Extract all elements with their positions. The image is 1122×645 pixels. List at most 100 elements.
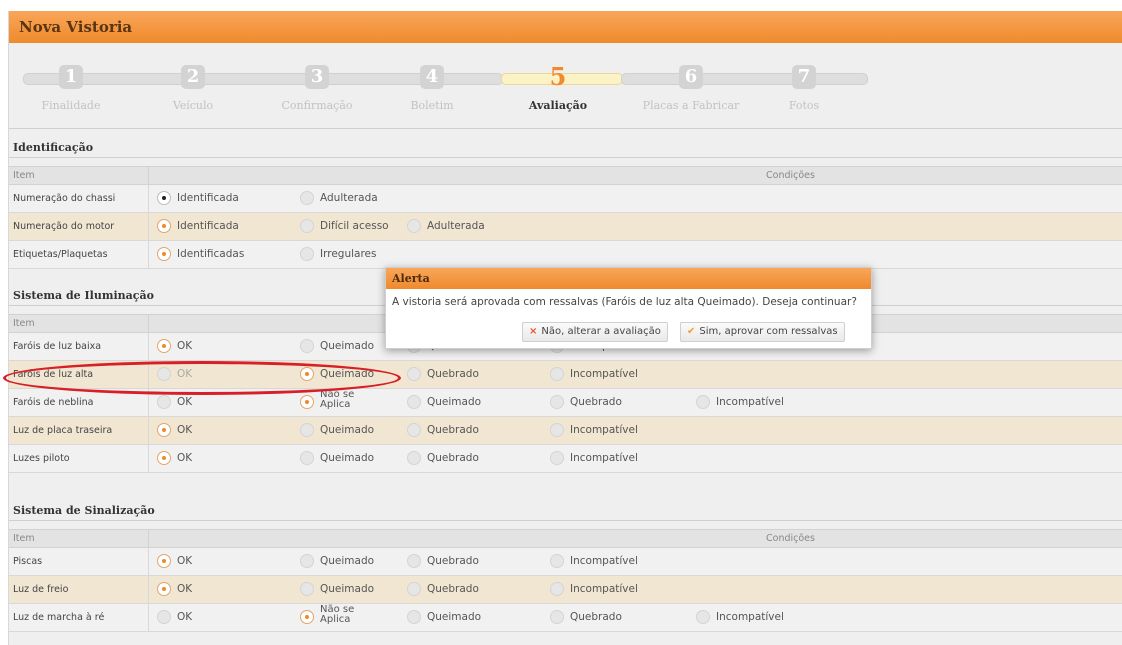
radio-button[interactable] [300, 219, 314, 233]
radio-label: Incompatível [570, 368, 638, 380]
radio-label: Identificadas [177, 248, 245, 260]
annotation-highlight-ellipse [3, 361, 401, 395]
radio-button[interactable] [407, 554, 421, 568]
radio-button[interactable] [407, 582, 421, 596]
row-label: Etiquetas/Plaquetas [13, 249, 108, 260]
radio-button[interactable] [300, 610, 314, 624]
table-row: Luzes piloto OK Queimado Quebrado Incompatív… [9, 445, 1122, 473]
section-divider [9, 157, 1122, 158]
radio-button[interactable] [300, 451, 314, 465]
radio-button[interactable] [300, 554, 314, 568]
radio-button[interactable] [550, 423, 564, 437]
radio-button[interactable] [300, 423, 314, 437]
radio-button[interactable] [407, 395, 421, 409]
radio-label: Quebrado [570, 396, 622, 408]
radio-label: Quebrado [427, 452, 479, 464]
table-row: Numeração do chassi Identificada Adulterad… [9, 185, 1122, 213]
radio-button[interactable] [157, 423, 171, 437]
divider [9, 128, 1122, 129]
radio-button[interactable] [300, 339, 314, 353]
step-4[interactable]: 4 Boletim [377, 65, 487, 112]
radio-button[interactable] [407, 610, 421, 624]
step-5[interactable]: 5 Avaliação [503, 65, 613, 113]
radio-button[interactable] [407, 451, 421, 465]
step-3[interactable]: 3 Confirmação [262, 65, 372, 112]
radio-button[interactable] [407, 219, 421, 233]
table-row: Luz de freio OK Queimado Quebrado Incompatív… [9, 576, 1122, 604]
step-label: Confirmação [281, 99, 353, 112]
title-bar: Nova Vistoria [9, 11, 1122, 43]
step-label: Boletim [410, 99, 454, 112]
row-label: Numeração do motor [13, 221, 115, 232]
radio-button[interactable] [407, 423, 421, 437]
radio-label: Quebrado [427, 368, 479, 380]
radio-label: OK [177, 452, 193, 464]
radio-label: Incompatível [716, 611, 784, 623]
radio-label: OK [177, 396, 193, 408]
radio-label: Irregulares [320, 248, 377, 260]
radio-label: Identificada [177, 192, 239, 204]
alert-dialog: Alerta A vistoria será aprovada com ress… [385, 267, 872, 349]
radio-button[interactable] [300, 191, 314, 205]
radio-button[interactable] [157, 610, 171, 624]
radio-button[interactable] [696, 610, 710, 624]
step-number: 4 [420, 65, 444, 89]
radio-button[interactable] [550, 610, 564, 624]
radio-button[interactable] [157, 395, 171, 409]
step-6[interactable]: 6 Placas a Fabricar [636, 65, 746, 112]
radio-label: Não se Aplica [320, 389, 355, 410]
header-conditions: Condições [766, 170, 815, 181]
row-label: Luz de marcha à ré [13, 612, 105, 623]
radio-button[interactable] [407, 367, 421, 381]
row-label: Luz de freio [13, 584, 69, 595]
step-7[interactable]: 7 Fotos [749, 65, 859, 112]
radio-label: OK [177, 555, 193, 567]
radio-label: Adulterada [427, 220, 485, 232]
radio-label: OK [177, 424, 193, 436]
section-title: Sistema de Iluminação [13, 289, 154, 302]
radio-button[interactable] [550, 367, 564, 381]
header-item: Item [13, 318, 35, 329]
radio-button[interactable] [157, 339, 171, 353]
step-label: Veículo [172, 99, 214, 112]
radio-button[interactable] [300, 247, 314, 261]
step-label: Fotos [788, 99, 820, 112]
radio-button[interactable] [550, 451, 564, 465]
row-label: Luz de placa traseira [13, 425, 113, 436]
radio-button[interactable] [300, 582, 314, 596]
radio-label: Incompatível [570, 452, 638, 464]
radio-button[interactable] [157, 191, 171, 205]
radio-button[interactable] [300, 395, 314, 409]
radio-button[interactable] [696, 395, 710, 409]
radio-button[interactable] [550, 554, 564, 568]
radio-button[interactable] [157, 582, 171, 596]
radio-button[interactable] [157, 219, 171, 233]
radio-button[interactable] [157, 247, 171, 261]
dialog-message: A vistoria será aprovada com ressalvas (… [392, 296, 857, 308]
radio-button[interactable] [157, 451, 171, 465]
header-item: Item [13, 170, 35, 181]
cancel-button[interactable]: × Não, alterar a avaliação [522, 322, 668, 342]
step-1[interactable]: 1 Finalidade [16, 65, 126, 112]
step-label: Placas a Fabricar [642, 99, 740, 112]
radio-label: OK [177, 340, 193, 352]
radio-button[interactable] [550, 582, 564, 596]
radio-button[interactable] [157, 554, 171, 568]
radio-label: Queimado [320, 583, 375, 595]
section-title: Identificação [13, 141, 94, 154]
row-label: Faróis de neblina [13, 397, 94, 408]
step-number: 6 [679, 65, 703, 89]
step-2[interactable]: 2 Veículo [138, 65, 248, 112]
confirm-button[interactable]: ✔ Sim, aprovar com ressalvas [680, 322, 845, 342]
table-row: Numeração do motor Identificada Difícil ac… [9, 213, 1122, 241]
radio-label: Quebrado [427, 424, 479, 436]
row-label: Luzes piloto [13, 453, 70, 464]
radio-label: OK [177, 611, 193, 623]
table-header: Item Condições [9, 529, 1122, 548]
radio-label: Difícil acesso [320, 220, 389, 232]
radio-label: Queimado [427, 611, 482, 623]
table-header: Item Condições [9, 166, 1122, 185]
step-label: Avaliação [528, 99, 588, 112]
radio-button[interactable] [550, 395, 564, 409]
cancel-button-label: Não, alterar a avaliação [541, 326, 661, 337]
